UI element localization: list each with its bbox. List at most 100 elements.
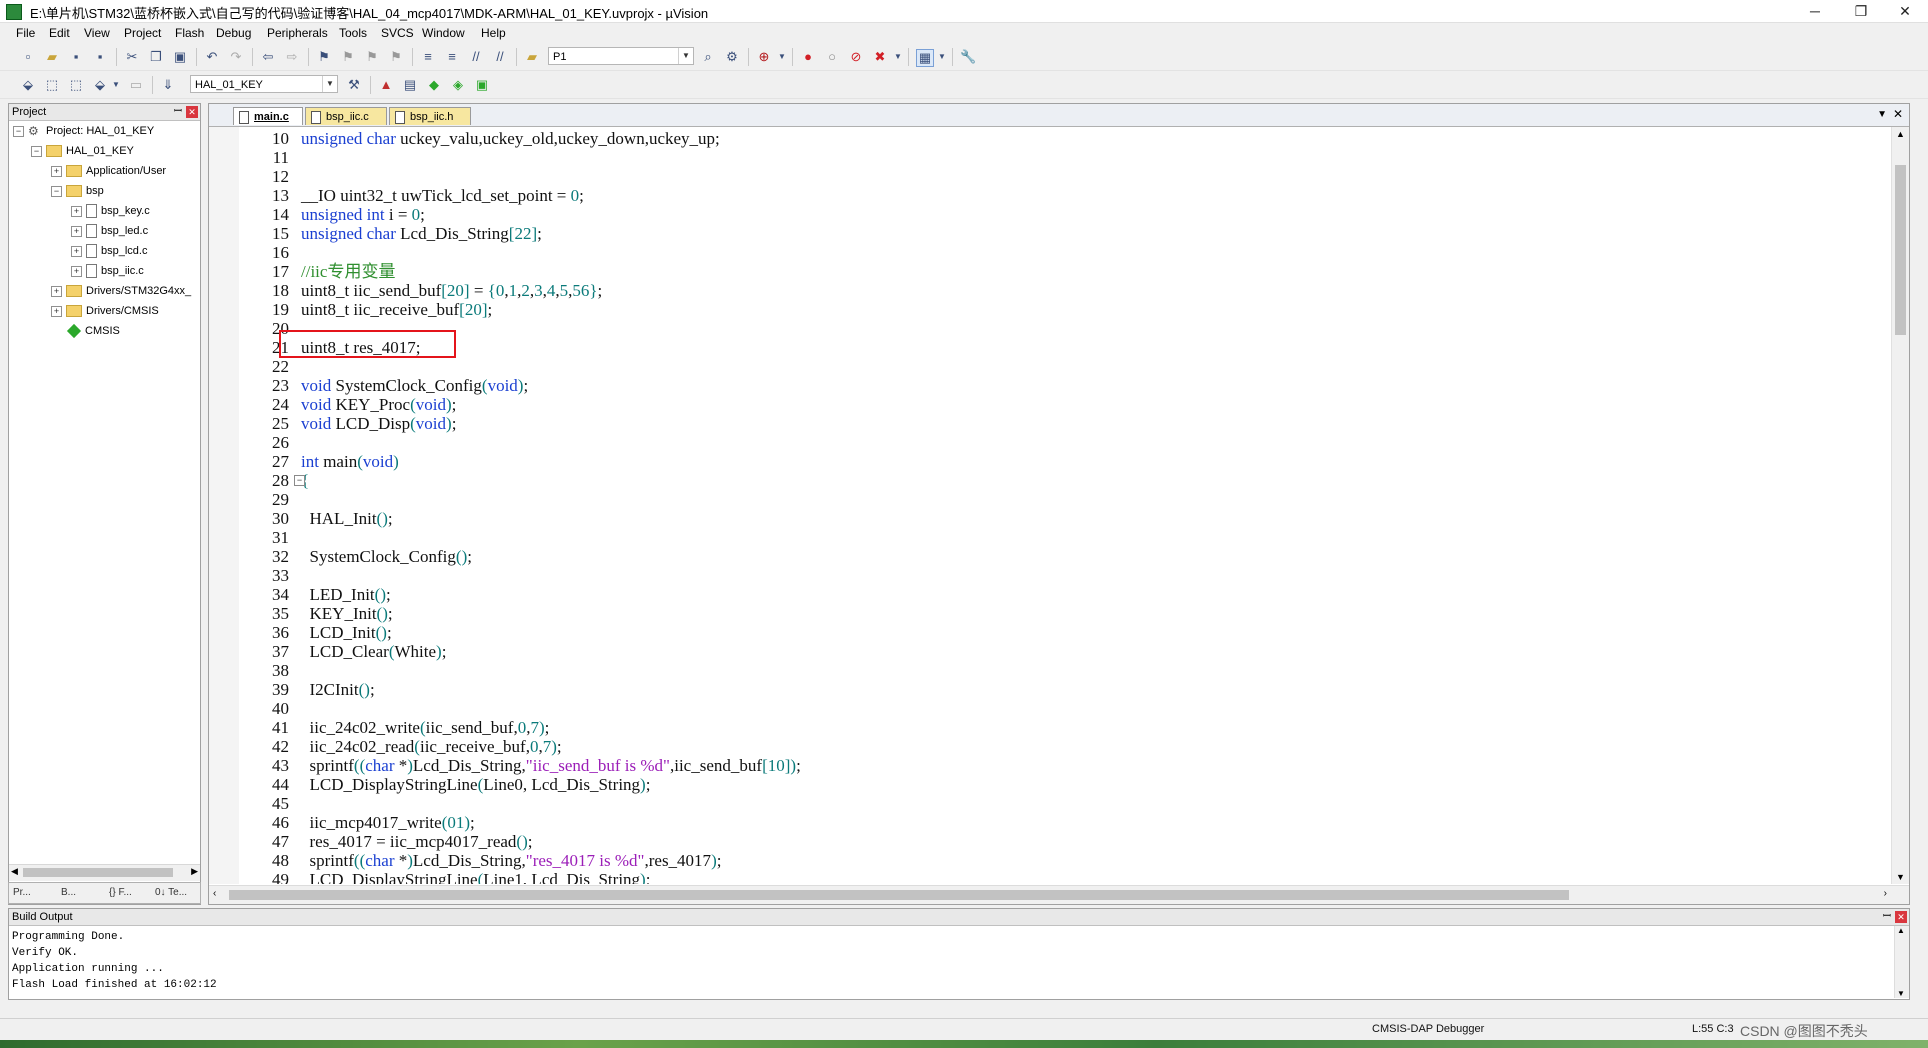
pack-installer-2-icon[interactable]: ▣ xyxy=(474,77,490,93)
undo-icon[interactable]: ↶ xyxy=(204,49,220,65)
stop-build-icon[interactable]: ▭ xyxy=(128,77,144,93)
menu-view[interactable]: View xyxy=(84,26,110,40)
tab-project[interactable]: Pr... xyxy=(13,885,31,901)
minimize-button[interactable]: ─ xyxy=(1792,0,1838,22)
pin-icon[interactable]: ꟷ xyxy=(174,104,182,120)
tab-functions[interactable]: {} F... xyxy=(109,885,132,901)
code-line[interactable]: uint8_t iic_send_buf[20] = {0,1,2,3,4,5,… xyxy=(301,281,602,300)
window-layout-icon[interactable]: ▦ xyxy=(916,49,934,67)
new-file-icon[interactable]: ▫ xyxy=(20,49,36,65)
chevron-down-icon[interactable]: ▼ xyxy=(322,76,337,92)
chevron-down-icon[interactable]: ▼ xyxy=(934,49,950,65)
code-line[interactable]: //iic专用变量 xyxy=(301,262,395,281)
maximize-button[interactable]: ❐ xyxy=(1838,0,1884,22)
expand-icon[interactable]: + xyxy=(71,225,82,237)
cut-icon[interactable]: ✂ xyxy=(124,49,140,65)
scroll-thumb[interactable] xyxy=(23,868,173,877)
configure-icon[interactable]: 🔧 xyxy=(960,49,976,65)
pack-installer-icon[interactable]: ◈ xyxy=(450,77,466,93)
kill-breakpoints-icon[interactable]: ✖ xyxy=(872,49,888,65)
menu-flash[interactable]: Flash xyxy=(175,26,204,40)
editor-horizontal-scrollbar[interactable]: ‹ › xyxy=(209,885,1909,904)
tree-node-application-user[interactable]: + Application/User xyxy=(51,162,166,180)
code-line[interactable]: sprintf((char *)Lcd_Dis_String,"res_4017… xyxy=(301,851,722,870)
tree-node-bsp[interactable]: − bsp xyxy=(51,182,104,200)
expand-icon[interactable]: + xyxy=(51,165,62,177)
code-line[interactable]: iic_24c02_write(iic_send_buf,0,7); xyxy=(301,718,550,737)
disable-all-breakpoints-icon[interactable]: ⊘ xyxy=(848,49,864,65)
breakpoint-icon[interactable]: ● xyxy=(800,49,816,65)
incremental-find-icon[interactable]: ⚙ xyxy=(724,49,740,65)
save-icon[interactable]: ▪ xyxy=(68,49,84,65)
uncomment-icon[interactable]: // xyxy=(492,49,508,65)
redo-icon[interactable]: ↷ xyxy=(228,49,244,65)
code-line[interactable]: I2CInit(); xyxy=(301,680,375,699)
download-icon[interactable]: ⇓ xyxy=(160,77,176,93)
menu-window[interactable]: Window xyxy=(422,26,465,40)
scroll-right-icon[interactable]: ▶ xyxy=(191,866,198,877)
code-line[interactable]: unsigned int i = 0; xyxy=(301,205,425,224)
code-line[interactable]: void SystemClock_Config(void); xyxy=(301,376,528,395)
tab-list-dropdown-icon[interactable]: ▼ xyxy=(1877,109,1887,120)
save-all-icon[interactable]: ▪ xyxy=(92,49,108,65)
target-combo[interactable]: HAL_01_KEY ▼ xyxy=(190,75,338,93)
comment-icon[interactable]: // xyxy=(468,49,484,65)
tree-node-bsp-lcd[interactable]: + bsp_lcd.c xyxy=(71,242,147,260)
prev-bookmark-icon[interactable]: ⚑ xyxy=(340,49,356,65)
expand-icon[interactable]: + xyxy=(51,285,62,297)
code-line[interactable]: void LCD_Disp(void); xyxy=(301,414,456,433)
code-line[interactable]: iic_24c02_read(iic_receive_buf,0,7); xyxy=(301,737,562,756)
code-line[interactable]: KEY_Init(); xyxy=(301,604,393,623)
expand-icon[interactable]: + xyxy=(71,245,82,257)
editor-vertical-scrollbar[interactable]: ▲ ▼ xyxy=(1891,127,1909,884)
tree-node-target[interactable]: − HAL_01_KEY xyxy=(31,142,134,160)
scroll-left-icon[interactable]: ‹ xyxy=(213,888,216,899)
tree-node-drivers-stm32[interactable]: + Drivers/STM32G4xx_ xyxy=(51,282,191,300)
scroll-thumb[interactable] xyxy=(1895,165,1906,335)
scroll-left-icon[interactable]: ◀ xyxy=(11,866,18,877)
scroll-up-icon[interactable]: ▲ xyxy=(1896,129,1905,139)
scroll-up-icon[interactable]: ▲ xyxy=(1897,926,1905,935)
chevron-down-icon[interactable]: ▼ xyxy=(890,49,906,65)
navigate-forward-icon[interactable]: ⇨ xyxy=(284,49,300,65)
code-line[interactable]: __IO uint32_t uwTick_lcd_set_point = 0; xyxy=(301,186,584,205)
tree-node-project[interactable]: − ⚙ Project: HAL_01_KEY xyxy=(13,122,154,140)
bookmark-icon[interactable]: ⚑ xyxy=(316,49,332,65)
tree-node-bsp-key[interactable]: + bsp_key.c xyxy=(71,202,150,220)
expand-icon[interactable]: + xyxy=(71,265,82,277)
code-line[interactable]: LCD_DisplayStringLine(Line1, Lcd_Dis_Str… xyxy=(301,870,651,884)
collapse-icon[interactable]: − xyxy=(31,145,42,157)
translate-icon[interactable]: ⬙ xyxy=(20,77,36,93)
find-combo[interactable]: P1 ▼ xyxy=(548,47,694,65)
code-line[interactable]: int main(void) xyxy=(301,452,399,471)
menu-edit[interactable]: Edit xyxy=(49,26,70,40)
next-bookmark-icon[interactable]: ⚑ xyxy=(364,49,380,65)
tab-templates[interactable]: 0↓ Te... xyxy=(155,885,187,901)
fold-icon[interactable]: − xyxy=(294,475,305,486)
build-output-scrollbar[interactable]: ▲ ▼ xyxy=(1894,926,1909,998)
close-window-button[interactable]: ✕ xyxy=(1882,0,1928,22)
menu-help[interactable]: Help xyxy=(481,26,506,40)
tab-books[interactable]: B... xyxy=(61,885,76,901)
scroll-down-icon[interactable]: ▼ xyxy=(1897,989,1905,998)
close-icon[interactable]: ✕ xyxy=(1895,911,1907,923)
menu-svcs[interactable]: SVCS xyxy=(381,26,414,40)
chevron-down-icon[interactable]: ▼ xyxy=(108,77,124,93)
tab-bsp-iic-h[interactable]: bsp_iic.h xyxy=(389,107,471,125)
disable-breakpoint-icon[interactable]: ○ xyxy=(824,49,840,65)
code-line[interactable]: LCD_Init(); xyxy=(301,623,392,642)
chevron-down-icon[interactable]: ▼ xyxy=(774,49,790,65)
scroll-right-icon[interactable]: › xyxy=(1884,888,1887,899)
batch-build-icon[interactable]: ⬙ xyxy=(92,77,108,93)
target-options-icon[interactable]: ⚒ xyxy=(346,77,362,93)
open-file-icon[interactable]: ▰ xyxy=(44,49,60,65)
rebuild-icon[interactable]: ⬚ xyxy=(68,77,84,93)
tree-node-bsp-iic[interactable]: + bsp_iic.c xyxy=(71,262,144,280)
close-tab-icon[interactable]: ✕ xyxy=(1893,107,1903,121)
chevron-down-icon[interactable]: ▼ xyxy=(678,48,693,64)
code-line[interactable]: LCD_Clear(White); xyxy=(301,642,447,661)
manage-rte-icon[interactable]: ◆ xyxy=(426,77,442,93)
manage-project-items-icon[interactable]: ▲ xyxy=(378,77,394,93)
collapse-icon[interactable]: − xyxy=(13,125,24,137)
clear-bookmarks-icon[interactable]: ⚑ xyxy=(388,49,404,65)
